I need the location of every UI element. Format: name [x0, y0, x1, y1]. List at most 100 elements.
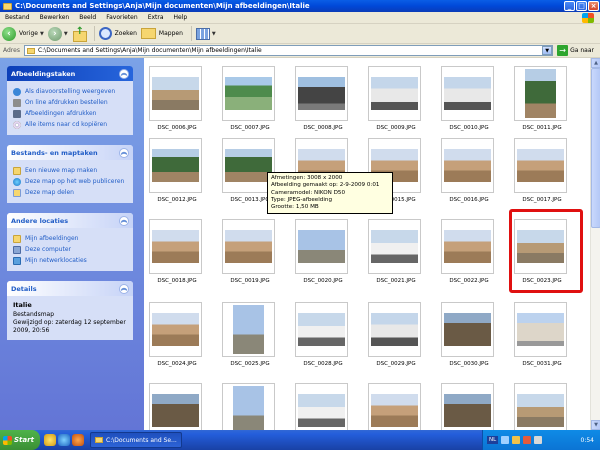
back-dropdown-icon[interactable]: ▼: [40, 31, 44, 37]
other-place-2[interactable]: Mijn netwerklocaties: [13, 255, 128, 266]
other-place-0[interactable]: Mijn afbeeldingen: [13, 233, 128, 244]
file-thumbnail[interactable]: [509, 383, 569, 430]
file-thumbnail[interactable]: DSC_0022.JPG: [436, 219, 496, 289]
maximize-button[interactable]: □: [576, 1, 587, 11]
clock: 0:54: [580, 436, 594, 444]
file-thumbnail[interactable]: DSC_0009.JPG: [363, 66, 423, 136]
file-thumbnail[interactable]: DSC_0019.JPG: [217, 219, 277, 289]
picture-tasks-header[interactable]: Afbeeldingstaken ︽: [7, 66, 133, 81]
forward-dropdown-icon[interactable]: ▼: [64, 31, 68, 37]
collapse-icon[interactable]: ︽: [119, 147, 129, 158]
tray-security-icon[interactable]: [512, 436, 521, 444]
tray-network-icon[interactable]: [501, 436, 510, 444]
minimize-button[interactable]: _: [564, 1, 575, 11]
vertical-scrollbar[interactable]: ▲ ▼: [590, 58, 600, 430]
views-button[interactable]: ▼: [195, 27, 216, 40]
collapse-icon[interactable]: ︽: [119, 283, 129, 294]
details-folder-name: Italie: [13, 301, 32, 309]
scroll-down-icon[interactable]: ▼: [591, 420, 600, 430]
file-thumbnail[interactable]: DSC_0011.JPG: [509, 66, 569, 136]
menu-beeld[interactable]: Beeld: [74, 14, 101, 21]
address-input[interactable]: C:\Documents and Settings\Anja\Mijn docu…: [23, 45, 554, 56]
picture-tasks-panel: Afbeeldingstaken ︽ Als diavoorstelling w…: [7, 66, 133, 135]
picture-task-1[interactable]: On line afdrukken bestellen: [13, 97, 128, 108]
file-thumbnail[interactable]: DSC_0025.JPG: [217, 302, 277, 372]
picture-task-0[interactable]: Als diavoorstelling weergeven: [13, 86, 128, 97]
quick-launch-app-icon[interactable]: [44, 434, 56, 446]
thumbnail-frame: [441, 383, 494, 430]
file-thumbnail[interactable]: DSC_0016.JPG: [436, 138, 496, 208]
collapse-icon[interactable]: ︽: [119, 215, 129, 226]
file-thumbnail[interactable]: DSC_0024.JPG: [144, 302, 204, 372]
file-thumbnail[interactable]: DSC_0017.JPG: [509, 138, 569, 208]
taskbar-window-button[interactable]: C:\Documents and Se...: [90, 432, 182, 448]
photo-preview: [152, 313, 199, 346]
picture-task-2[interactable]: Afbeeldingen afdrukken: [13, 108, 128, 119]
file-thumbnail[interactable]: DSC_0007.JPG: [217, 66, 277, 136]
menu-favorieten[interactable]: Favorieten: [101, 14, 142, 21]
details-header[interactable]: Details ︽: [7, 281, 133, 296]
file-task-1[interactable]: Deze map op het web publiceren: [13, 176, 128, 187]
file-thumbnail[interactable]: DSC_0028.JPG: [290, 302, 350, 372]
title-bar[interactable]: C:\Documents and Settings\Anja\Mijn docu…: [0, 0, 600, 12]
forward-button[interactable]: › ▼: [47, 26, 68, 41]
thumbnail-frame: [368, 302, 421, 357]
menu-bewerken[interactable]: Bewerken: [35, 14, 75, 21]
views-dropdown-icon[interactable]: ▼: [212, 31, 216, 37]
back-button[interactable]: ‹ Vorige ▼: [2, 26, 44, 41]
collapse-icon[interactable]: ︽: [119, 68, 129, 79]
file-thumbnail[interactable]: DSC_0031.JPG: [509, 302, 569, 372]
file-task-0[interactable]: Een nieuwe map maken: [13, 165, 128, 176]
folders-icon: [140, 28, 156, 39]
file-thumbnail[interactable]: DSC_0020.JPG: [290, 219, 350, 289]
menu-help[interactable]: Help: [169, 14, 193, 21]
file-tasks-header[interactable]: Bestands- en maptaken ︽: [7, 145, 133, 160]
scroll-thumb[interactable]: [591, 68, 600, 228]
quick-launch-media-icon[interactable]: [72, 434, 84, 446]
address-dropdown-icon[interactable]: ▼: [542, 46, 553, 55]
address-value[interactable]: C:\Documents and Settings\Anja\Mijn docu…: [38, 47, 542, 54]
menu-extra[interactable]: Extra: [143, 14, 169, 21]
toolbar-separator: [190, 26, 192, 41]
other-places-header[interactable]: Andere locaties ︽: [7, 213, 133, 228]
file-thumbnail[interactable]: [436, 383, 496, 430]
photo-preview: [444, 394, 491, 427]
start-button[interactable]: Start: [0, 430, 40, 450]
my-computer-icon: [13, 245, 21, 254]
forward-arrow-icon: ›: [47, 26, 62, 41]
panel-title: Details: [11, 284, 37, 293]
up-folder-button[interactable]: [72, 26, 87, 42]
photo-preview: [371, 313, 418, 346]
file-thumbnail[interactable]: DSC_0010.JPG: [436, 66, 496, 136]
file-thumbnail[interactable]: DSC_0012.JPG: [144, 138, 204, 208]
details-folder-type: Bestandsmap: [13, 311, 55, 318]
scroll-up-icon[interactable]: ▲: [591, 58, 600, 68]
photo-preview: [517, 313, 564, 346]
go-button[interactable]: → Ga naar: [557, 45, 594, 56]
folders-button[interactable]: Mappen: [140, 28, 183, 39]
file-thumbnail[interactable]: [363, 383, 423, 430]
file-thumbnail[interactable]: DSC_0008.JPG: [290, 66, 350, 136]
file-name: DSC_0018.JPG: [157, 278, 197, 284]
file-thumbnail[interactable]: [217, 383, 277, 430]
photo-preview: [517, 394, 564, 427]
file-thumbnail[interactable]: DSC_0018.JPG: [144, 219, 204, 289]
other-place-1[interactable]: Deze computer: [13, 244, 128, 255]
file-thumbnail[interactable]: DSC_0006.JPG: [144, 66, 204, 136]
tray-app-icon[interactable]: [523, 436, 532, 444]
close-button[interactable]: ×: [588, 1, 599, 11]
tray-volume-icon[interactable]: [534, 436, 543, 444]
back-label: Vorige: [19, 30, 38, 37]
folder-icon: [3, 2, 12, 10]
file-thumbnail[interactable]: [144, 383, 204, 430]
quick-launch-browser-icon[interactable]: [58, 434, 70, 446]
file-task-2[interactable]: Deze map delen: [13, 187, 128, 198]
file-thumbnail[interactable]: DSC_0030.JPG: [436, 302, 496, 372]
file-thumbnail[interactable]: DSC_0021.JPG: [363, 219, 423, 289]
picture-task-3[interactable]: Alle items naar cd kopiëren: [13, 119, 128, 130]
file-thumbnail[interactable]: DSC_0029.JPG: [363, 302, 423, 372]
language-indicator[interactable]: NL: [487, 436, 499, 444]
menu-bestand[interactable]: Bestand: [0, 14, 35, 21]
file-thumbnail[interactable]: [290, 383, 350, 430]
search-button[interactable]: Zoeken: [98, 27, 137, 40]
